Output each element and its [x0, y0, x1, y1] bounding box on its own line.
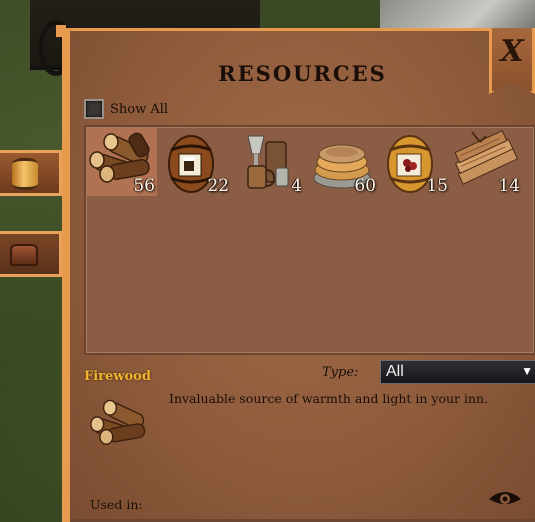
used-in-label: Used in:: [90, 497, 143, 512]
show-all-label: Show All: [110, 101, 169, 117]
resource-grid: 56 22 4 60 15 14: [84, 125, 535, 355]
resource-count: 4: [291, 176, 302, 196]
selected-resource-name: Firewood: [84, 369, 151, 384]
resource-slot-tankards[interactable]: 4: [234, 128, 304, 196]
type-filter-dropdown[interactable]: All ▼: [380, 360, 535, 384]
resource-count: 56: [133, 176, 155, 196]
side-tab-chest[interactable]: [0, 231, 62, 277]
dropdown-arrow-icon: ▼: [521, 364, 533, 378]
close-icon: X: [500, 34, 524, 69]
type-filter-value: All: [386, 363, 404, 380]
resource-count: 22: [207, 176, 229, 196]
resource-slot-firewood[interactable]: 56: [87, 128, 157, 196]
panel-title: RESOURCES: [218, 61, 387, 86]
chest-tab-icon: [10, 244, 38, 266]
resource-count: 15: [426, 176, 448, 196]
resource-count: 14: [498, 176, 520, 196]
resources-panel: RESOURCES X Show All 56 22 4 60 15 14 Fi…: [56, 25, 535, 522]
resource-slot-planks[interactable]: 14: [452, 128, 522, 196]
house-scenery: [380, 0, 535, 30]
side-tab-storage[interactable]: [0, 150, 62, 196]
show-all-toggle[interactable]: Show All: [84, 98, 168, 120]
resource-slot-plates[interactable]: 60: [308, 128, 378, 196]
selected-firewood-icon: [90, 399, 146, 445]
resource-slot-ale-barrel[interactable]: 22: [161, 128, 231, 196]
barrel-tab-icon: [12, 158, 38, 190]
resource-description: Invaluable source of warmth and light in…: [169, 391, 489, 406]
resource-count: 60: [354, 176, 376, 196]
eye-icon[interactable]: [487, 487, 523, 509]
resource-slot-wine-barrel[interactable]: 15: [380, 128, 450, 196]
type-filter-label: Type:: [322, 365, 359, 380]
show-all-checkbox[interactable]: [84, 99, 104, 119]
